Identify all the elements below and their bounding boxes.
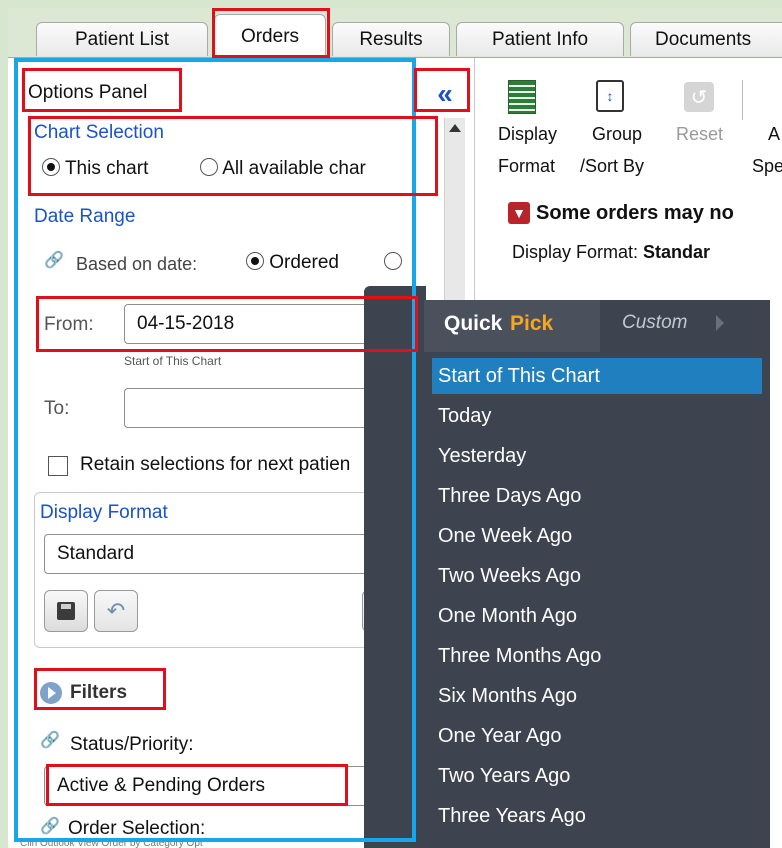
quickpick-item[interactable]: Six Months Ago [432, 678, 762, 714]
bottom-text: Clin Outlook View Order by Category Opt [20, 838, 203, 848]
order-selection-label: Order Selection: [68, 818, 206, 834]
quickpick-item[interactable]: Three Days Ago [432, 478, 762, 514]
based-on-label: Based on date: [76, 254, 198, 274]
quickpick-item[interactable]: Three Months Ago [432, 638, 762, 674]
pick-label: Pick [510, 312, 554, 335]
orders-warning: Some orders may no [536, 202, 734, 224]
radio-off-icon [200, 158, 218, 176]
popup-tail [364, 286, 426, 848]
radio-off-icon [384, 252, 402, 270]
tab-documents[interactable]: Documents [630, 22, 782, 56]
from-date-field[interactable]: 04-15-2018 [124, 304, 372, 344]
quickpick-item[interactable]: Yesterday [432, 438, 762, 474]
quickpick-item[interactable]: One Year Ago [432, 718, 762, 754]
quickpick-item[interactable]: Two Years Ago [432, 758, 762, 794]
radio-this-chart[interactable]: This chart [42, 158, 148, 180]
ordered-label: Ordered [269, 252, 339, 273]
quickpick-tab[interactable]: Quick Pick [424, 300, 600, 352]
tab-divider [8, 57, 782, 58]
radio-ordered[interactable]: Ordered [246, 252, 339, 274]
radio-on-icon [246, 252, 264, 270]
options-panel-title: Options Panel [28, 82, 148, 103]
reset-icon: ↺ [684, 82, 714, 112]
retain-label: Retain selections for next patien [80, 454, 351, 475]
display-format-heading: Display Format [40, 502, 168, 523]
date-range-heading: Date Range [34, 206, 136, 227]
custom-arrow-icon [716, 315, 724, 331]
undo-format-button[interactable]: ↶ [94, 590, 138, 632]
collapse-panel-icon[interactable]: « [420, 74, 470, 114]
display-format-icon[interactable] [508, 80, 536, 114]
link-icon: 🔗 [40, 732, 60, 749]
toolbar-a-label[interactable]: A [768, 124, 780, 145]
quickpick-item[interactable]: Start of This Chart [432, 358, 762, 394]
save-format-button[interactable] [44, 590, 88, 632]
quickpick-item[interactable]: One Month Ago [432, 598, 762, 634]
radio-all-charts[interactable]: All available char [200, 158, 412, 180]
quick-label: Quick [444, 312, 503, 335]
this-chart-label: This chart [64, 158, 149, 179]
filter-warning-icon: ▼ [508, 202, 530, 224]
reset-label: Reset [676, 124, 724, 144]
display-format-prefix: Display Format: [512, 242, 644, 262]
to-date-field[interactable] [124, 388, 382, 428]
tab-patient-info[interactable]: Patient Info [456, 22, 624, 56]
radio-on-icon [42, 158, 60, 176]
group-label[interactable]: Group [592, 124, 642, 145]
to-label: To: [44, 398, 70, 419]
all-charts-label: All available char [222, 158, 366, 179]
undo-icon: ↶ [106, 598, 126, 623]
link-icon: 🔗 [40, 818, 60, 835]
save-icon [57, 602, 75, 620]
quickpick-item[interactable]: One Week Ago [432, 518, 762, 554]
display-format-label-1[interactable]: Display [498, 124, 557, 145]
quickpick-item[interactable]: Today [432, 398, 762, 434]
status-priority-select[interactable]: Active & Pending Orders [44, 766, 384, 806]
sort-by-label[interactable]: /Sort By [580, 156, 644, 177]
tab-patient-list[interactable]: Patient List [36, 22, 208, 56]
from-label: From: [44, 314, 94, 335]
from-hint: Start of This Chart [124, 354, 222, 368]
sort-icon[interactable]: ↕ [596, 80, 624, 112]
toolbar-separator [742, 80, 743, 120]
display-format-label-2[interactable]: Format [498, 156, 555, 177]
link-icon: 🔗 [44, 252, 64, 269]
status-priority-label: Status/Priority: [70, 734, 194, 755]
chart-selection-heading: Chart Selection [34, 122, 164, 143]
display-format-value: Standar [643, 242, 711, 262]
retain-checkbox[interactable] [48, 456, 68, 476]
radio-other[interactable] [384, 252, 402, 273]
quickpick-item[interactable]: Three Years Ago [432, 798, 762, 834]
tab-results[interactable]: Results [332, 22, 450, 56]
custom-tab[interactable]: Custom [622, 312, 687, 334]
quickpick-item[interactable]: Two Weeks Ago [432, 558, 762, 594]
spe-label[interactable]: Spe [752, 156, 782, 177]
tab-orders[interactable]: Orders [214, 14, 326, 58]
scroll-up-icon[interactable] [449, 124, 461, 132]
filters-expand-icon[interactable] [40, 682, 62, 704]
filters-heading[interactable]: Filters [70, 682, 127, 704]
display-format-select[interactable]: Standard [44, 534, 384, 574]
display-format-status: Display Format: Standar [512, 242, 710, 263]
